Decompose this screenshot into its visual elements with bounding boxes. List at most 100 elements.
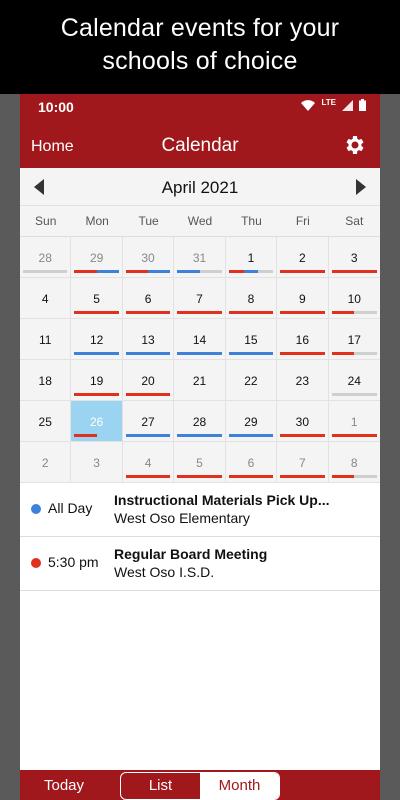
event-row[interactable]: 5:30 pm Regular Board Meeting West Oso I.S… (20, 537, 380, 591)
calendar-day[interactable]: 11 (20, 319, 72, 360)
calendar-day[interactable]: 7 (277, 442, 329, 483)
event-row[interactable]: All Day Instructional Materials Pick Up..… (20, 483, 380, 537)
month-view-tab[interactable]: Month (200, 773, 279, 799)
calendar-day[interactable]: 3 (71, 442, 123, 483)
calendar-day[interactable]: 16 (277, 319, 329, 360)
calendar-day[interactable]: 19 (71, 360, 123, 401)
calendar-day[interactable]: 30 (122, 237, 175, 278)
status-time: 10:00 (38, 99, 74, 115)
calendar-day[interactable]: 10 (328, 278, 380, 319)
event-indicator-bar (74, 352, 119, 355)
calendar-day[interactable]: 5 (71, 278, 123, 319)
event-indicator-bar (228, 311, 274, 314)
next-month-arrow-icon[interactable] (356, 179, 366, 195)
event-indicator-bars (331, 393, 377, 396)
calendar-day[interactable]: 18 (20, 360, 72, 401)
day-number: 5 (93, 292, 100, 306)
calendar-day[interactable]: 27 (122, 401, 175, 442)
event-indicator-bar (331, 475, 355, 478)
calendar-day[interactable]: 1 (328, 401, 380, 442)
day-number: 7 (196, 292, 203, 306)
calendar-day[interactable]: 24 (328, 360, 380, 401)
calendar-day[interactable]: 3 (328, 237, 380, 278)
previous-month-arrow-icon[interactable] (34, 179, 44, 195)
calendar-day[interactable]: 28 (20, 237, 72, 278)
status-bar: 10:00 LTE (20, 94, 380, 120)
phone-frame-right (380, 94, 400, 800)
event-indicator-bar (354, 475, 377, 478)
calendar-day[interactable]: 17 (328, 319, 380, 360)
promo-line-1: Calendar events for your (60, 14, 340, 42)
event-indicator-bars (74, 311, 119, 314)
calendar-day[interactable]: 29 (225, 401, 278, 442)
calendar-day[interactable]: 2 (20, 442, 72, 483)
calendar-day[interactable]: 2 (277, 237, 329, 278)
status-icons: LTE (301, 98, 366, 111)
calendar-day[interactable]: 21 (174, 360, 226, 401)
day-number: 7 (299, 456, 306, 470)
event-indicator-bar (258, 270, 274, 273)
month-header: April 2021 (20, 168, 380, 206)
wifi-icon (301, 99, 316, 111)
bottom-bar: Today List Month (20, 770, 380, 800)
calendar-day[interactable]: 1 (225, 237, 278, 278)
calendar-day[interactable]: 22 (225, 360, 278, 401)
event-indicator-bar (228, 475, 274, 478)
calendar-day[interactable]: 14 (174, 319, 226, 360)
day-number: 10 (347, 292, 361, 306)
calendar-day[interactable]: 5 (174, 442, 226, 483)
event-indicator-bars (74, 352, 119, 355)
event-indicator-bar (74, 393, 119, 396)
calendar-day[interactable]: 13 (122, 319, 175, 360)
calendar-day[interactable]: 6 (122, 278, 175, 319)
weekday-label: Fri (295, 214, 310, 228)
calendar-day[interactable]: 25 (20, 401, 72, 442)
calendar-day[interactable]: 15 (225, 319, 278, 360)
calendar-day-selected[interactable]: 26 (71, 401, 123, 442)
calendar-day[interactable]: 20 (122, 360, 175, 401)
gear-icon[interactable] (343, 133, 367, 157)
calendar-day[interactable]: 30 (277, 401, 329, 442)
calendar-day[interactable]: 28 (174, 401, 226, 442)
event-indicator-bars (228, 475, 274, 478)
event-indicator-bars (125, 475, 171, 478)
day-number: 15 (244, 333, 258, 347)
day-number: 17 (347, 333, 361, 347)
today-button[interactable]: Today (44, 777, 84, 794)
day-number: 27 (141, 415, 155, 429)
event-location: West Oso Elementary (114, 510, 250, 526)
weekday-label: Tue (138, 214, 159, 228)
calendar-day[interactable]: 23 (277, 360, 329, 401)
event-indicator-bar (74, 270, 97, 273)
day-number: 9 (299, 292, 306, 306)
day-number: 23 (295, 374, 310, 388)
event-indicator-bar (125, 270, 149, 273)
event-indicator-bars (125, 352, 171, 355)
calendar-day[interactable]: 31 (174, 237, 226, 278)
home-button[interactable]: Home (31, 138, 74, 156)
day-number: 14 (192, 333, 207, 347)
event-indicator-bar (125, 475, 171, 478)
calendar-day[interactable]: 4 (122, 442, 175, 483)
weekday-label: Wed (187, 214, 213, 228)
calendar-day[interactable]: 9 (277, 278, 329, 319)
calendar-day[interactable]: 6 (225, 442, 278, 483)
calendar-day[interactable]: 12 (71, 319, 123, 360)
calendar-day[interactable]: 4 (20, 278, 72, 319)
day-number: 19 (89, 374, 104, 388)
calendar-grid: 28 29 30 31 1 2 3 4 5 6 7 8 9 10 11 12 13 14 15 16 17 18 19 20 2… (20, 237, 380, 483)
list-view-tab[interactable]: List (121, 773, 200, 799)
event-indicator-bars (331, 434, 377, 437)
event-indicator-bar (96, 270, 119, 273)
day-number: 1 (247, 251, 255, 265)
event-list: All Day Instructional Materials Pick Up..… (20, 483, 380, 591)
weekday-label: Sun (35, 214, 57, 228)
calendar-day[interactable]: 8 (328, 442, 380, 483)
event-indicator-bar (243, 270, 259, 273)
day-number: 22 (244, 374, 258, 388)
calendar-day[interactable]: 29 (71, 237, 123, 278)
event-indicator-bar (177, 311, 222, 314)
calendar-day[interactable]: 8 (225, 278, 278, 319)
calendar-day[interactable]: 7 (174, 278, 226, 319)
event-indicator-bar (23, 270, 68, 273)
